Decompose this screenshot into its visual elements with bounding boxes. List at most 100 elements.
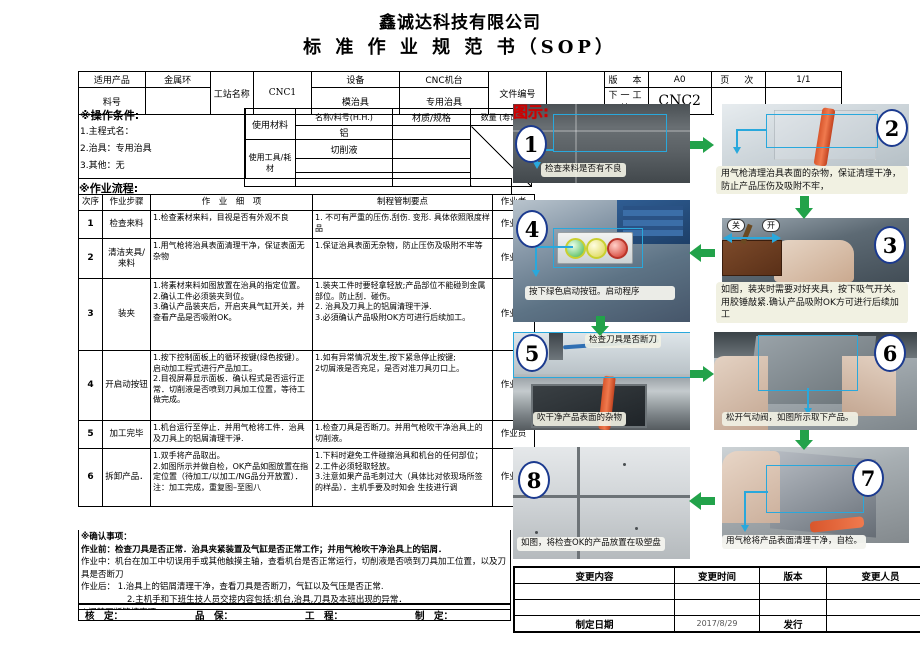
- photo-caption-1: 检查来料是否有不良: [541, 163, 626, 177]
- photo-switchplate-3: [722, 240, 782, 276]
- photo-panel-8: 8 如图，将检查OK的产品放置在吸塑盘: [513, 447, 690, 559]
- flow-row-control: 1.装夹工件时要轻拿轻放;产品部位不能碰到金属部位。防止刮．碰伤。 2. 治具及…: [312, 278, 493, 351]
- flow-row-no: 1: [78, 210, 103, 239]
- pointer-stem-2: [736, 129, 738, 149]
- flow-row-control: 1.检查刀具是否断刀。并用气枪吹干净治具上的切削液。: [312, 420, 493, 449]
- signature-row: 核 定： 品 保： 工 程： 制 定：: [78, 603, 511, 622]
- photo-caption-8: 如图，将检查OK的产品放置在吸塑盘: [517, 537, 665, 551]
- table-row: 1 检查来料 1.检查素材来料，目视是否有外观不良 1. 不可有严重的压伤.刮伤…: [78, 210, 535, 239]
- table-row: 2 清洁夹具/来料 1.用气枪将治具表面清理干净，保证表面无杂物 1.保证治具表…: [78, 238, 535, 279]
- header-row-1: 适用产品 金属环 工站名称 CNC1 设备 CNC机台 文件编号 版 本 A0 …: [78, 71, 843, 115]
- flow-row-no: 2: [78, 238, 103, 279]
- flow-row-step: 加工完毕: [102, 420, 151, 449]
- photo-panel-4: 4 按下绿色启动按钮。启动程序: [513, 200, 690, 322]
- flow-row-detail: 1.按下控制面板上的循环按键(绿色按键）。启动加工程式进行产品加工。 2.目视屏…: [150, 350, 313, 421]
- pointer-line-2: [736, 129, 767, 131]
- photo-panel-7: 7 用气枪将产品表面清理干净，自检。: [714, 447, 917, 559]
- highlight-box-1: [553, 114, 667, 152]
- callout-number-2: 2: [876, 109, 908, 147]
- switch-direction-arrow-3: [723, 233, 781, 243]
- flow-heading-box: [78, 178, 512, 195]
- notes-item-during: 作业中：机台在加工中切误用手或其他触摸主轴，查看机台是否正常运行，切削液是否喷到…: [81, 557, 507, 580]
- version-value: A0: [647, 71, 712, 88]
- flow-row-control: 1. 不可有严重的压伤.刮伤. 变形. 具体依照限度样品: [312, 210, 493, 239]
- pointer-line-4: [535, 246, 573, 248]
- flow-arrow-right-5: [690, 366, 714, 382]
- document-title-block: 鑫诚达科技有限公司 标 准 作 业 规 范 书（SOP）: [0, 12, 920, 60]
- flow-col-step: 作业步骤: [102, 194, 151, 211]
- table-row: 3 装夹 1.将素材来料如图放置在治具的指定位置。 2.确认工件必须装夹到位。 …: [78, 278, 535, 351]
- flow-row-detail: 1.检查素材来料，目视是否有外观不良: [150, 210, 313, 239]
- illustration-section-label: 图示:: [513, 103, 549, 121]
- change-footer-row: 制定日期 2017/8/29 发行: [513, 615, 920, 633]
- change-cell-time: [674, 599, 760, 616]
- photo-caption-2: 用气枪清理治具表面的杂物，保证清理干净，防止产品压伤及吸附不牢，: [716, 166, 908, 194]
- photo-caption-3: 如图，装夹时需要对好夹具，按下吸气开关。用胶锤敲紧.确认产品吸附OK方可进行后续…: [716, 282, 908, 323]
- pointer-stem-6: [807, 388, 809, 410]
- tool-spec-2: [392, 158, 471, 173]
- flow-row-no: 4: [78, 350, 103, 421]
- photo-caption-top-5: 检查刀具是否断刀: [585, 334, 662, 348]
- flow-row-detail: 1.机台运行至停止．并用气枪将工件．治具及刀具上的铝屑清理干淨.: [150, 420, 313, 449]
- photo-caption-7: 用气枪将产品表面清理干净，自检。: [722, 535, 867, 549]
- flow-row-control: 1.保证治具表面无杂物，防止压伤及吸附不牢等: [312, 238, 493, 279]
- signature-qa: 品 保：: [195, 611, 234, 622]
- change-col-time: 变更时间: [674, 566, 760, 584]
- flow-row-control: 1.下料时避免工件碰擦治具和机台的任何部位； 2.工件必须轻取轻放。 3.注意如…: [312, 448, 493, 507]
- photo-caption-6: 松开气动阀，如图所示取下产品。: [722, 412, 858, 426]
- material-row-header: 使用材料 名称/料号(H.H.) 材质/规格 数量 (寿命): [244, 108, 532, 140]
- callout-number-5: 5: [516, 334, 548, 372]
- flow-row-step: 装夹: [102, 278, 151, 351]
- table-row: 5 加工完毕 1.机台运行至停止．并用气枪将工件．治具及刀具上的铝屑清理干淨. …: [78, 420, 535, 449]
- table-row: 4 开启动按钮 1.按下控制面板上的循环按键(绿色按键）。启动加工程式进行产品加…: [78, 350, 535, 421]
- issue-blank: [826, 615, 920, 633]
- issue-date-value: 2017/8/29: [674, 615, 760, 633]
- flow-row-detail: 1.双手将产品取出。 2.如图所示并做自检，OK产品如图放置在指定位置（待加工/…: [150, 448, 313, 507]
- name-code-label: 名称/料号(H.H.): [295, 108, 393, 126]
- tool-name-2: [295, 158, 393, 173]
- signature-approve: 核 定：: [85, 611, 124, 622]
- highlight-box-7: [766, 465, 864, 513]
- callout-number-7: 7: [852, 459, 884, 497]
- change-col-content: 变更内容: [513, 566, 675, 584]
- highlight-box-2: [766, 114, 878, 148]
- callout-number-6: 6: [874, 334, 906, 372]
- switch-tag-close-3: 关: [727, 219, 745, 232]
- change-col-version: 版本: [759, 566, 827, 584]
- callout-number-1: 1: [515, 125, 547, 163]
- change-header-row: 变更内容 变更时间 版本 变更人员: [513, 566, 920, 584]
- photo-hand-3: [774, 240, 854, 282]
- tool-name-value: 切削液: [295, 139, 393, 159]
- photo-panel-2: 2 用气枪清理治具表面的杂物，保证清理干净，防止产品压伤及吸附不牢，: [714, 104, 917, 194]
- pointer-arrow-2: [733, 147, 741, 154]
- tray-dot-d: [635, 527, 638, 530]
- tray-dot-b: [623, 463, 626, 466]
- flow-row-step: 开启动按钮: [102, 350, 151, 421]
- page-value: 1/1: [764, 71, 843, 88]
- flow-row-no: 5: [78, 420, 103, 449]
- change-cell-person: [826, 583, 920, 600]
- op-conditions-heading: ※操作条件:: [80, 109, 140, 122]
- photo-panel-3: 关 开 3 如图，装夹时需要对好夹具，按下吸气开关。用胶锤敲紧.确认产品吸附OK…: [714, 218, 917, 323]
- pointer-line-7: [744, 491, 768, 493]
- flow-arrow-left-7: [689, 492, 715, 510]
- flow-arrow-down-4: [591, 316, 609, 336]
- flow-row-step: 清洁夹具/来料: [102, 238, 151, 279]
- change-cell-version: [759, 599, 827, 616]
- op-condition-line-2: 2.治具：专用治具: [80, 144, 152, 154]
- version-label: 版 本: [604, 71, 649, 88]
- tray-dot-c: [535, 531, 538, 534]
- process-flow-table: 次序 作业步骤 作 业 细 项 制程管制要点 作业者 1 检查来料 1.检查素材…: [78, 194, 535, 507]
- switch-tag-open-3: 开: [762, 219, 780, 232]
- material-table: 使用材料 名称/料号(H.H.) 材质/规格 数量 (寿命) 铝 使用工具/耗材…: [244, 108, 532, 187]
- change-cell-person: [826, 599, 920, 616]
- tool-spec-1: [392, 139, 471, 159]
- issue-label: 发行: [759, 615, 827, 633]
- pointer-arrow-7: [741, 525, 749, 532]
- photo-caption-5: 吹干净产品表面的杂物: [533, 412, 627, 426]
- change-col-person: 变更人员: [826, 566, 920, 584]
- flow-row-no: 6: [78, 448, 103, 507]
- flow-header-row: 次序 作业步骤 作 业 细 项 制程管制要点 作业者: [78, 194, 535, 211]
- company-name: 鑫诚达科技有限公司: [379, 13, 541, 33]
- flow-col-no: 次序: [78, 194, 103, 211]
